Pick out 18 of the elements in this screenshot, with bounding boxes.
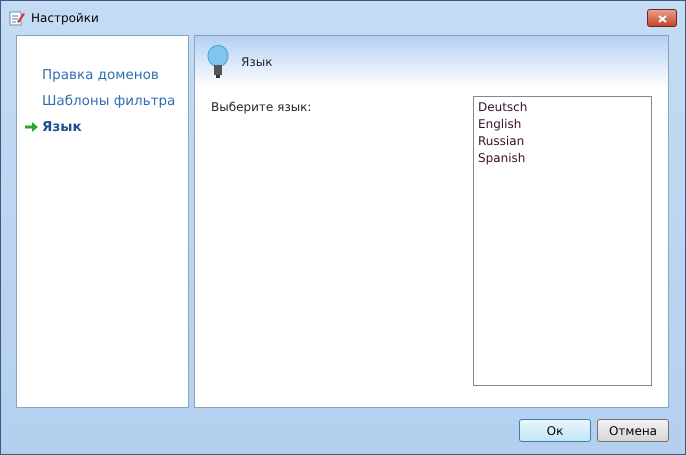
language-list[interactable]: Deutsch English Russian Spanish [473,96,652,386]
close-button[interactable] [647,9,677,27]
list-item[interactable]: Russian [478,133,647,150]
list-item[interactable]: Deutsch [478,99,647,116]
list-item[interactable]: English [478,116,647,133]
sidebar-item[interactable]: Правка доменов [25,62,159,88]
language-label: Выберите язык: [211,99,312,116]
list-item[interactable]: Spanish [478,150,647,167]
arrow-icon [25,121,38,133]
ok-button[interactable]: Ок [519,419,591,442]
cancel-button[interactable]: Отмена [597,419,669,442]
light-bulb-icon [207,45,229,79]
panel-title: Язык [241,54,272,71]
window-title: Настройки [31,10,100,27]
close-icon [658,14,666,23]
app-icon [9,10,25,26]
sidebar-item[interactable]: Язык [25,114,82,140]
sidebar-item[interactable]: Шаблоны фильтра [25,88,176,114]
